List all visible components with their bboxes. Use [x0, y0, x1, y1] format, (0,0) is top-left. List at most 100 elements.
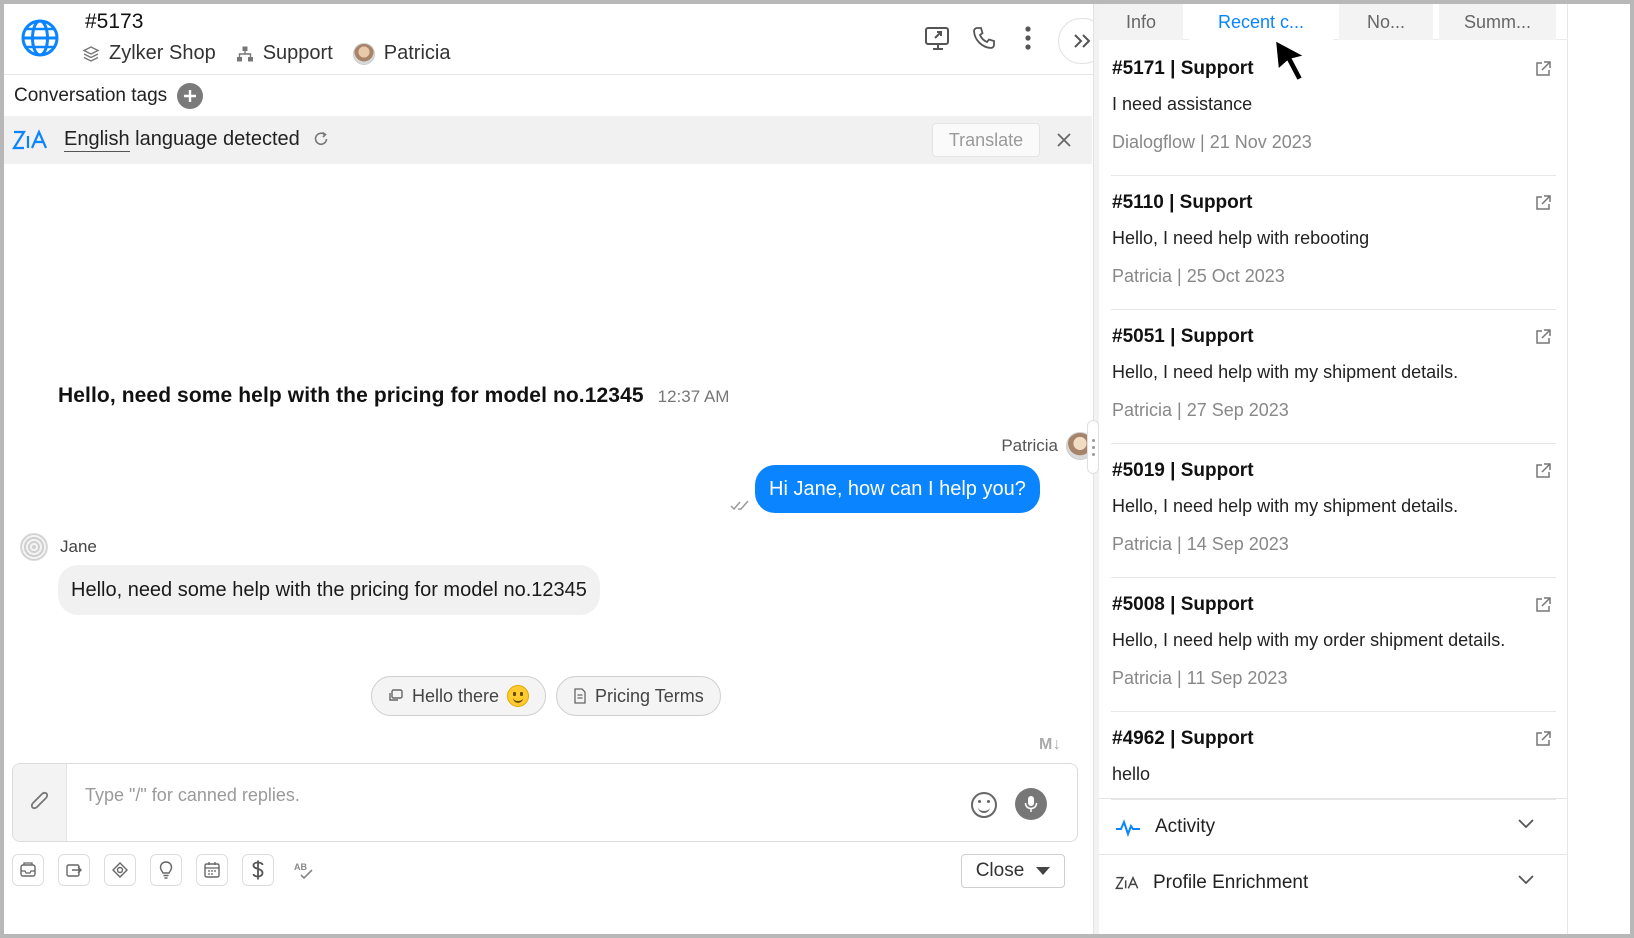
- recent-conversation-item[interactable]: #5051 | Support Hello, I need help with …: [1111, 310, 1556, 444]
- open-external-icon[interactable]: [1534, 730, 1552, 748]
- toolbar-transfer-button[interactable]: [58, 854, 90, 886]
- resize-handle[interactable]: [1087, 420, 1099, 474]
- brand-info: Zylker Shop: [82, 42, 216, 65]
- close-conversation-label: Close: [975, 860, 1025, 881]
- open-external-icon[interactable]: [1534, 462, 1552, 480]
- toolbar-ideas-button[interactable]: [150, 854, 182, 886]
- dollar-icon: [252, 860, 264, 880]
- language-detection-bar: English language detected Translate: [4, 116, 1092, 164]
- recent-conversation-title: #4962 | Support: [1112, 728, 1254, 749]
- brand-name: Zylker Shop: [109, 42, 216, 64]
- subject-time: 12:37 AM: [657, 387, 730, 406]
- recent-conversation-title: #5008 | Support: [1112, 594, 1254, 615]
- calendar-icon: [204, 862, 220, 878]
- voice-record-button[interactable]: [1015, 788, 1047, 820]
- tab-notes[interactable]: No...: [1339, 4, 1433, 40]
- close-conversation-dropdown[interactable]: Close: [961, 854, 1065, 888]
- recent-conversation-item[interactable]: #5171 | Support I need assistance Dialog…: [1111, 42, 1556, 176]
- composer-toolbar: AB: [12, 854, 320, 886]
- emoji-picker-button[interactable]: [971, 792, 997, 818]
- recent-conversation-meta: Patricia | 14 Sep 2023: [1112, 534, 1289, 554]
- dismiss-language-bar-button[interactable]: [1056, 126, 1072, 152]
- org-chart-icon: [236, 46, 253, 61]
- refresh-icon[interactable]: [312, 130, 330, 148]
- recent-conversation-item[interactable]: #4962 | Support hello: [1111, 712, 1556, 800]
- tab-summary[interactable]: Summ...: [1439, 4, 1556, 40]
- conversation-subject: Hello, need some help with the pricing f…: [58, 384, 729, 408]
- details-panel: Info Recent c... No... Summ... #5171 | S…: [1099, 4, 1568, 934]
- language-detected-text: English language detected: [64, 128, 300, 152]
- kebab-menu-icon: [1025, 26, 1031, 50]
- double-chevron-right-icon: [1074, 34, 1091, 48]
- markdown-badge[interactable]: M↓: [1039, 736, 1061, 754]
- message-input[interactable]: [85, 780, 945, 810]
- agent-message-bubble: Hi Jane, how can I help you?: [755, 465, 1040, 513]
- visitor-name: Jane: [60, 537, 97, 556]
- call-button[interactable]: [968, 22, 1000, 54]
- layers-icon: [82, 45, 100, 62]
- open-external-icon[interactable]: [1534, 194, 1552, 212]
- double-check-icon: [730, 500, 749, 511]
- recent-conversation-meta: Dialogflow | 21 Nov 2023: [1112, 132, 1312, 152]
- document-icon: [574, 688, 586, 704]
- toolbar-calendar-button[interactable]: [196, 854, 228, 886]
- recent-conversation-message: Hello, I need help with my shipment deta…: [1112, 362, 1459, 382]
- svg-text:AB: AB: [294, 862, 307, 872]
- agent-message-header: Patricia: [4, 432, 1094, 460]
- lightbulb-icon: [159, 861, 173, 879]
- agent-info: Patricia: [352, 42, 451, 65]
- toolbar-inbox-button[interactable]: [12, 854, 44, 886]
- more-options-button[interactable]: [1012, 22, 1044, 54]
- integrations-icon: [112, 862, 128, 878]
- detected-message: language detected: [135, 128, 300, 150]
- agent-message-name: Patricia: [1001, 436, 1058, 455]
- chat-panel: #5173 Zylker Shop Support Patricia Conve…: [4, 4, 1141, 934]
- translate-button[interactable]: Translate: [932, 123, 1040, 157]
- suggestion-hello-there[interactable]: Hello there: [371, 676, 547, 716]
- toolbar-integrations-button[interactable]: [104, 854, 136, 886]
- phone-icon: [973, 27, 995, 49]
- microphone-icon: [1024, 796, 1038, 812]
- zia-icon: [12, 129, 48, 150]
- accordion-label: Profile Enrichment: [1153, 871, 1309, 893]
- recent-conversation-message: hello: [1112, 764, 1151, 784]
- visitor-avatar: [20, 533, 48, 561]
- paperclip-icon: [30, 791, 48, 809]
- accordion-profile-enrichment[interactable]: Profile Enrichment: [1099, 854, 1568, 910]
- tab-info[interactable]: Info: [1099, 4, 1183, 40]
- toolbar-spellcheck-button[interactable]: AB: [288, 854, 320, 886]
- recent-conversation-title: #5171 | Support: [1112, 58, 1254, 79]
- chevron-down-icon: [1518, 875, 1534, 885]
- screen-share-button[interactable]: [922, 22, 954, 54]
- recent-conversation-item[interactable]: #5019 | Support Hello, I need help with …: [1111, 444, 1556, 578]
- message-composer: [12, 763, 1078, 842]
- agent-name: Patricia: [383, 42, 451, 64]
- smile-emoji-icon: [507, 685, 530, 707]
- toolbar-payment-button[interactable]: [242, 854, 274, 886]
- close-icon: [1057, 133, 1071, 147]
- conversation-tags-label: Conversation tags: [14, 85, 168, 106]
- tab-recent-conversations[interactable]: Recent c...: [1189, 4, 1333, 40]
- recent-conversations-list: #5171 | Support I need assistance Dialog…: [1099, 42, 1568, 800]
- recent-conversation-title: #5110 | Support: [1112, 192, 1253, 213]
- accordion-activity[interactable]: Activity: [1099, 798, 1568, 854]
- open-external-icon[interactable]: [1534, 328, 1552, 346]
- attach-button[interactable]: [13, 764, 67, 841]
- suggestion-chips: Hello there Pricing Terms: [371, 676, 721, 716]
- spellcheck-icon: AB: [294, 862, 313, 880]
- suggestion-pricing-terms[interactable]: Pricing Terms: [556, 676, 721, 716]
- recent-conversation-item[interactable]: #5110 | Support Hello, I need help with …: [1111, 176, 1556, 310]
- recent-conversation-message: Hello, I need help with my order shipmen…: [1112, 630, 1506, 650]
- open-external-icon[interactable]: [1534, 60, 1552, 78]
- recent-conversation-item[interactable]: #5008 | Support Hello, I need help with …: [1111, 578, 1556, 712]
- plus-icon: [184, 90, 197, 102]
- subject-text: Hello, need some help with the pricing f…: [58, 384, 644, 407]
- detected-language[interactable]: English: [64, 128, 130, 152]
- recent-conversation-title: #5051 | Support: [1112, 326, 1254, 347]
- suggestion-label: Pricing Terms: [595, 685, 704, 706]
- open-external-icon[interactable]: [1534, 596, 1552, 614]
- add-tag-button[interactable]: [177, 83, 204, 109]
- chevron-down-icon: [1518, 819, 1534, 829]
- chat-header: #5173 Zylker Shop Support Patricia: [4, 4, 1141, 75]
- conversation-tags-row: Conversation tags: [4, 76, 1141, 116]
